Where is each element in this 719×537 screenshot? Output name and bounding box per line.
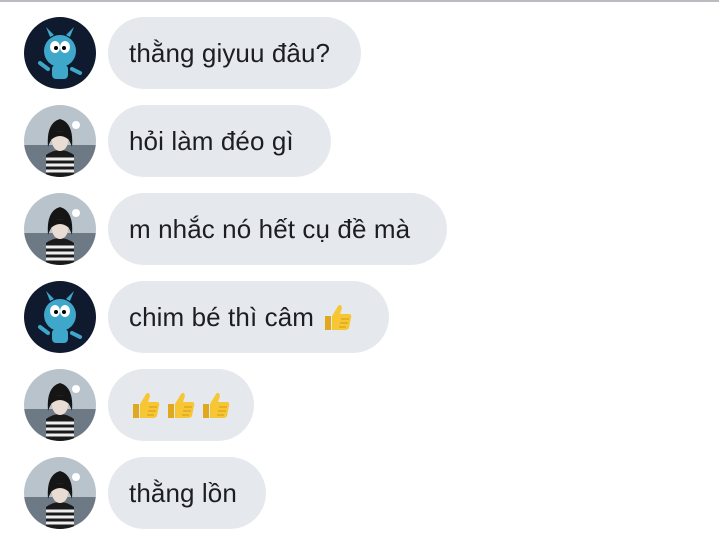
message-text: thằng lồn	[129, 477, 237, 508]
avatar-obanai[interactable]	[24, 457, 96, 529]
message-text: thằng giyuu đâu?	[129, 37, 331, 68]
chat-thread[interactable]: thằng giyuu đâu? hỏi làm đéo gì m nhắc n…	[0, 0, 719, 537]
message-bubble[interactable]: chim bé thì câm	[108, 281, 389, 353]
message-bubble[interactable]	[108, 369, 254, 441]
avatar-gumball[interactable]	[24, 281, 96, 353]
message-bubble[interactable]: m nhắc nó hết cụ đề mà	[108, 193, 447, 265]
message-row: chim bé thì câm	[0, 281, 719, 353]
avatar-obanai[interactable]	[24, 193, 96, 265]
message-text: m nhắc nó hết cụ đề mà	[129, 213, 411, 244]
message-row: m nhắc nó hết cụ đề mà	[0, 193, 719, 265]
avatar-obanai[interactable]	[24, 369, 96, 441]
message-bubble[interactable]: thằng giyuu đâu?	[108, 17, 361, 89]
message-bubble[interactable]: hỏi làm đéo gì	[108, 105, 331, 177]
thumbs-up-icon	[164, 388, 198, 422]
thumbs-up-icon	[129, 388, 163, 422]
message-row: thằng lồn	[0, 457, 719, 529]
message-bubble[interactable]: thằng lồn	[108, 457, 266, 529]
thumbs-up-icon	[199, 388, 233, 422]
message-text: chim bé thì câm	[129, 301, 315, 332]
avatar-gumball[interactable]	[24, 17, 96, 89]
message-text: hỏi làm đéo gì	[129, 125, 294, 156]
message-row: thằng giyuu đâu?	[0, 17, 719, 89]
message-row: hỏi làm đéo gì	[0, 105, 719, 177]
message-row	[0, 369, 719, 441]
emoji-row	[129, 388, 233, 422]
thumbs-up-icon	[321, 300, 355, 334]
avatar-obanai[interactable]	[24, 105, 96, 177]
